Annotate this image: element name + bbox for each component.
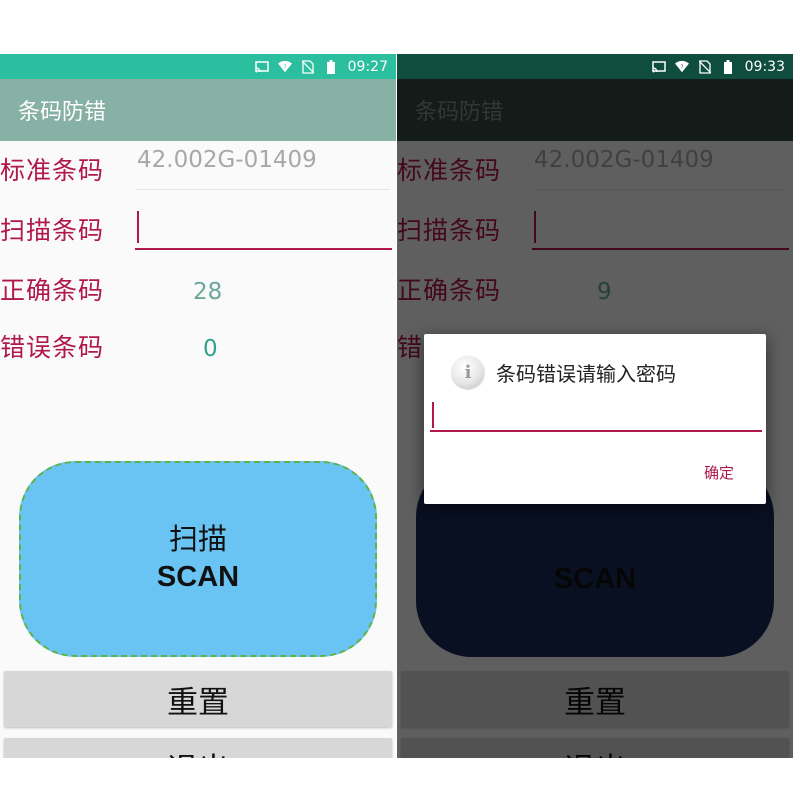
app-title-bar: 条码防错 xyxy=(397,79,793,141)
phone-screen-main: ? 09:27 条码防错 标准条码 42.002G-01409 扫描条码 正确条… xyxy=(0,54,396,758)
exit-button[interactable]: 退出 xyxy=(401,738,789,758)
correct-barcode-label: 正确条码 xyxy=(0,276,105,305)
status-bar: ? 09:27 xyxy=(0,54,396,79)
standard-barcode-label: 标准条码 xyxy=(397,156,502,185)
main-content: 标准条码 42.002G-01409 扫描条码 正确条码 28 错误条码 0 扫… xyxy=(0,141,396,758)
scan-button-label-en: SCAN xyxy=(553,563,637,595)
confirm-button[interactable]: 确定 xyxy=(704,462,734,483)
error-barcode-label: 错 xyxy=(397,333,424,362)
status-time: 09:27 xyxy=(347,58,388,75)
password-dialog: i 条码错误请输入密码 确定 xyxy=(424,334,766,504)
svg-text:?: ? xyxy=(283,65,286,71)
status-time: 09:33 xyxy=(744,58,785,75)
cast-icon xyxy=(651,60,666,74)
text-cursor xyxy=(137,211,139,243)
scan-button-label-en: SCAN xyxy=(156,561,240,593)
standard-barcode-value: 42.002G-01409 xyxy=(137,147,317,173)
app-title: 条码防错 xyxy=(415,100,504,125)
battery-icon xyxy=(721,59,735,74)
reset-button[interactable]: 重置 xyxy=(4,671,392,727)
standard-field-underline xyxy=(135,189,390,190)
wifi-icon: ? xyxy=(674,60,689,74)
error-count: 0 xyxy=(203,336,218,362)
phone-screen-dialog: ? 09:33 条码防错 标准条码 42.002G-01409 扫描条码 正确条… xyxy=(397,54,793,758)
standard-field-underline xyxy=(532,189,787,190)
dialog-title: i 条码错误请输入密码 xyxy=(452,356,676,388)
password-input[interactable] xyxy=(430,398,762,432)
dialog-title-text: 条码错误请输入密码 xyxy=(496,361,676,386)
scan-barcode-label: 扫描条码 xyxy=(397,216,502,245)
cast-icon xyxy=(254,60,269,74)
no-sim-icon xyxy=(301,59,315,74)
text-cursor xyxy=(534,211,536,243)
standard-barcode-value: 42.002G-01409 xyxy=(534,147,714,173)
scan-barcode-input[interactable] xyxy=(135,206,392,250)
wifi-icon: ? xyxy=(277,60,292,74)
correct-barcode-label: 正确条码 xyxy=(397,276,502,305)
reset-button[interactable]: 重置 xyxy=(401,671,789,727)
no-sim-icon xyxy=(698,59,712,74)
status-bar: ? 09:33 xyxy=(397,54,793,79)
svg-text:?: ? xyxy=(680,65,683,71)
battery-icon xyxy=(324,59,338,74)
info-icon: i xyxy=(452,356,484,388)
text-cursor xyxy=(432,402,434,428)
standard-barcode-label: 标准条码 xyxy=(0,156,105,185)
scan-button[interactable]: 扫描 SCAN xyxy=(19,461,377,657)
error-barcode-label: 错误条码 xyxy=(0,333,105,362)
correct-count: 28 xyxy=(193,279,223,305)
scan-barcode-input[interactable] xyxy=(532,206,789,250)
scan-button-label-cn: 扫描 xyxy=(168,522,227,556)
app-title: 条码防错 xyxy=(18,100,107,125)
correct-count: 9 xyxy=(597,279,612,305)
app-title-bar: 条码防错 xyxy=(0,79,396,141)
scan-barcode-label: 扫描条码 xyxy=(0,216,105,245)
exit-button[interactable]: 退出 xyxy=(4,738,392,758)
